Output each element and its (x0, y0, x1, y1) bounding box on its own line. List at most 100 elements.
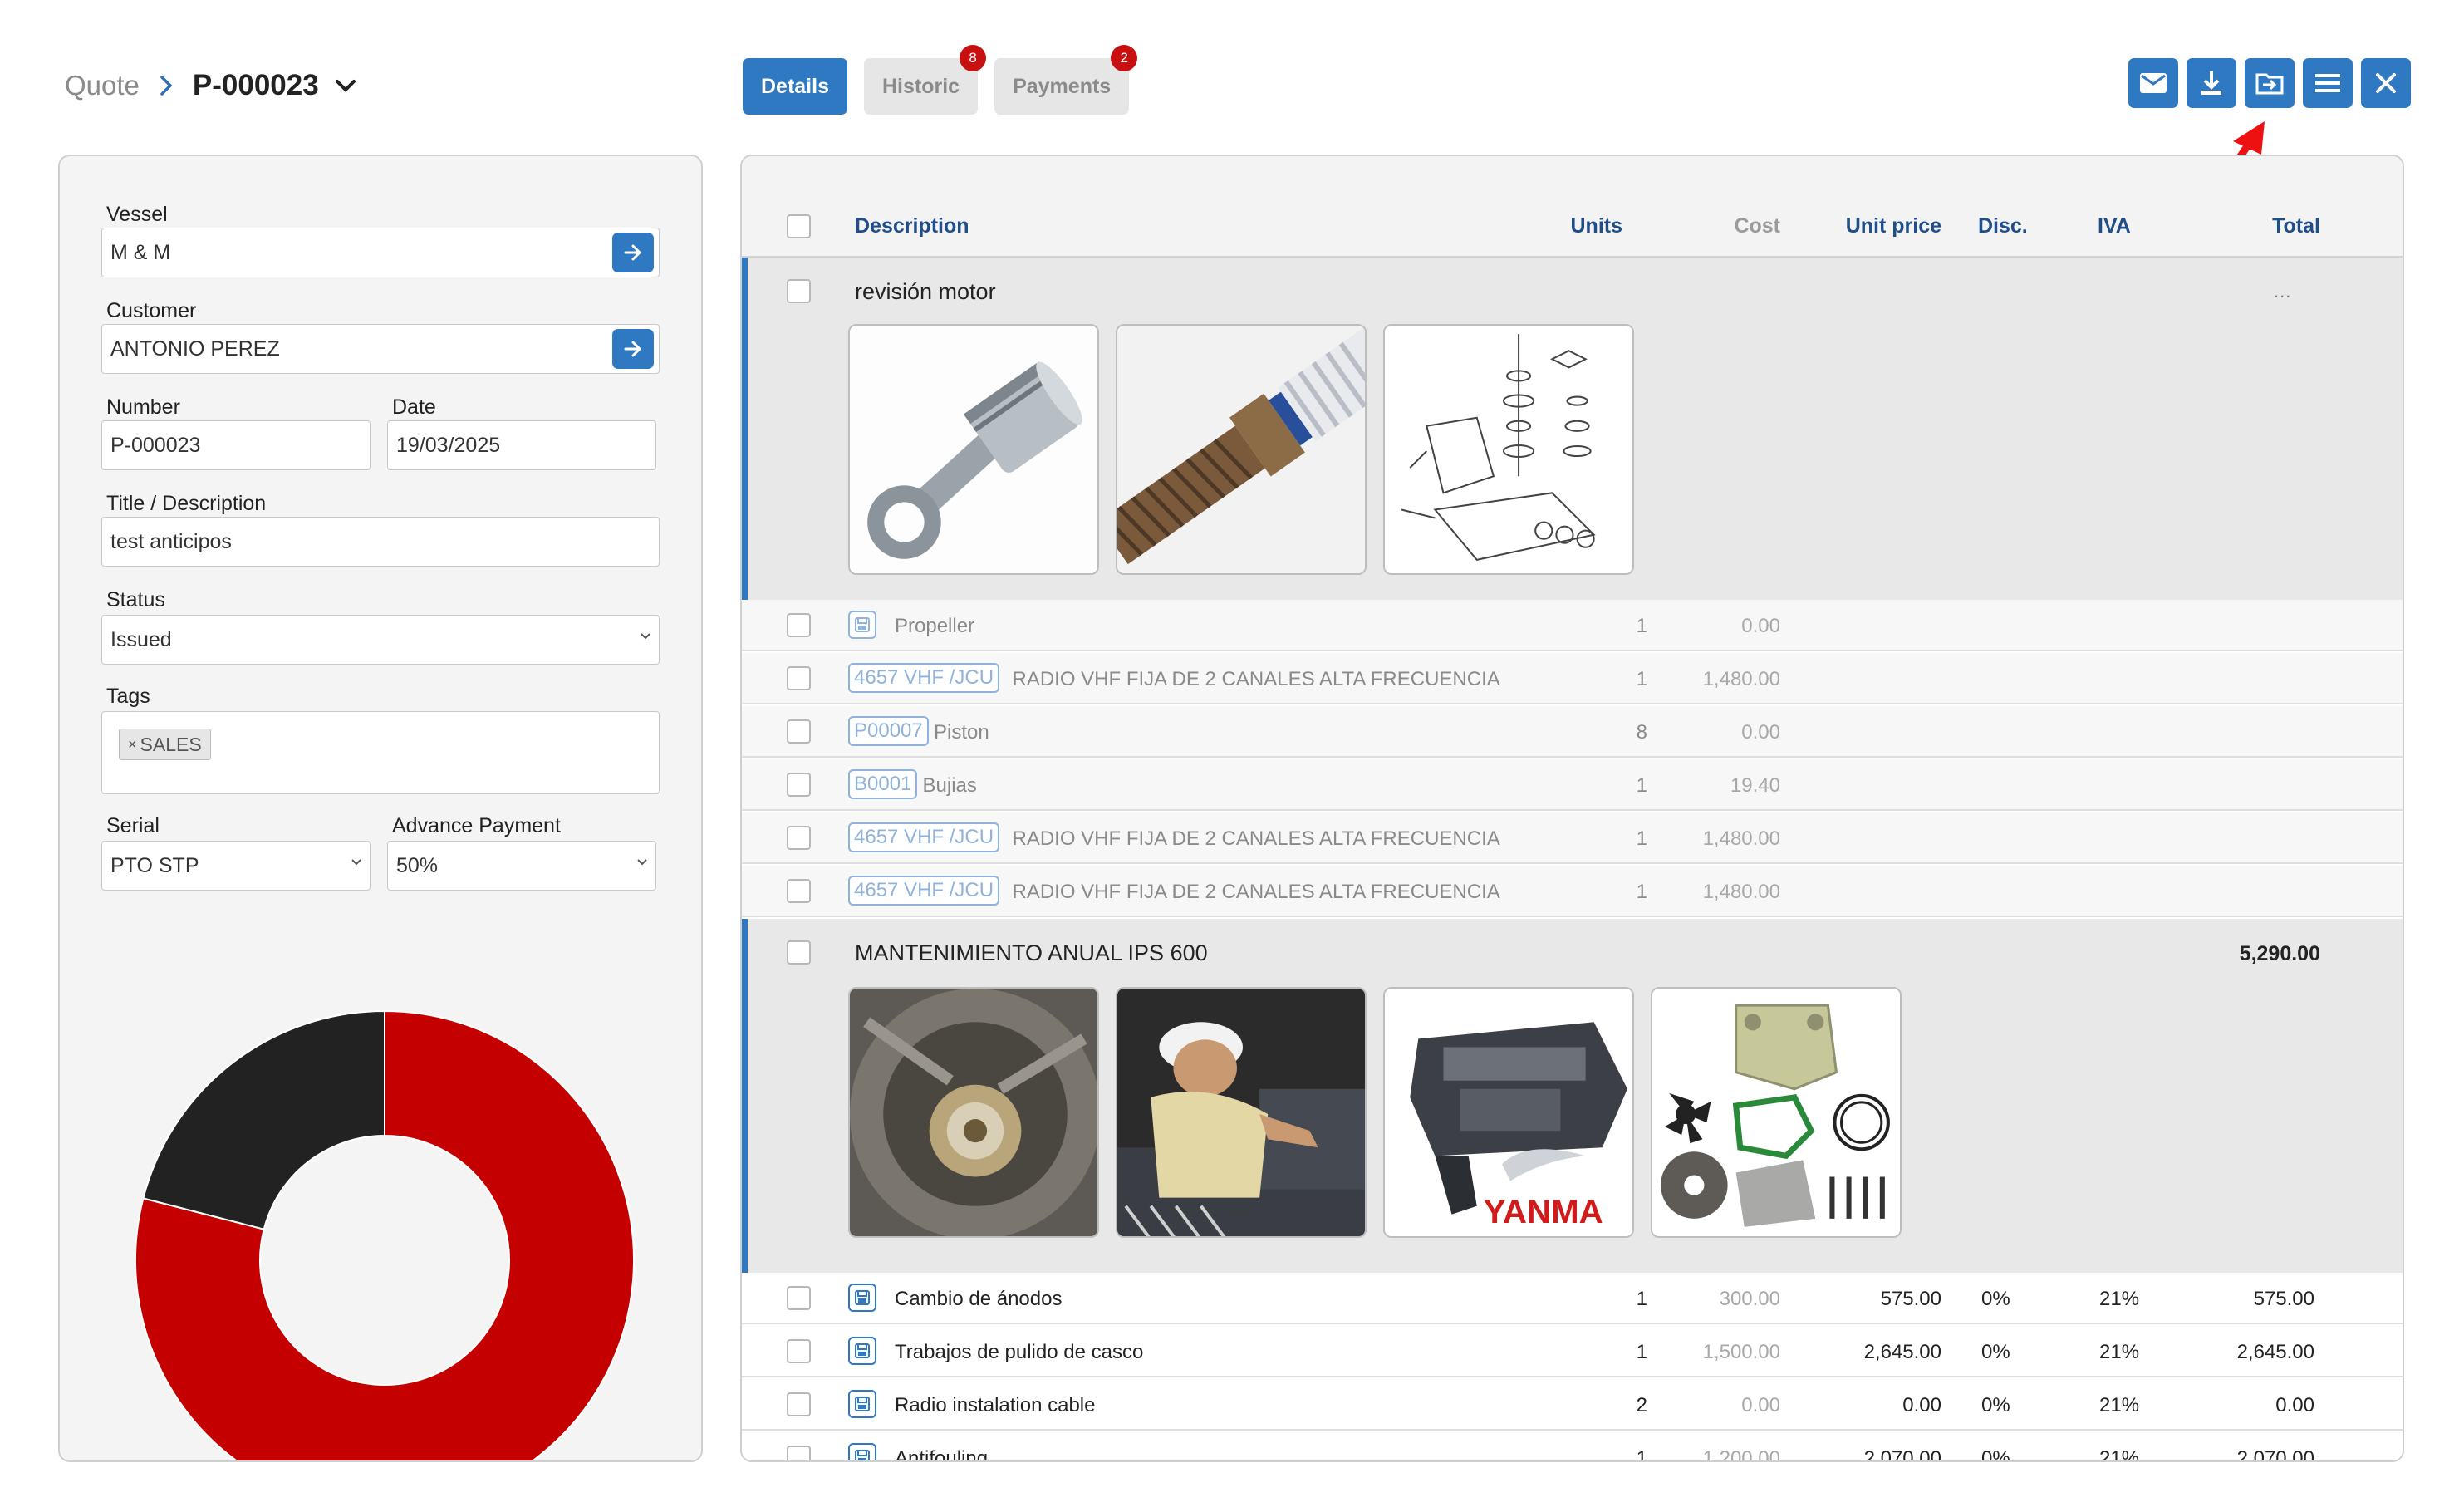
tab-payments[interactable]: Payments 2 (994, 45, 1138, 115)
row-checkbox[interactable] (787, 719, 811, 744)
save-icon[interactable] (848, 1443, 876, 1460)
table-row[interactable]: Cambio de ánodos 1 300.00 575.00 0% 21% 575.00 (742, 1273, 2403, 1324)
piston-image[interactable] (848, 324, 1099, 575)
product-code-chip[interactable]: 4657 VHF /JCU (848, 876, 1000, 906)
tags-field[interactable]: × SALES (101, 711, 660, 794)
row-description: Antifouling (895, 1447, 989, 1462)
row-checkbox[interactable] (787, 613, 811, 637)
date-value: 19/03/2025 (396, 433, 501, 457)
anode-photo[interactable] (848, 987, 1099, 1238)
number-field[interactable]: P-000023 (101, 420, 371, 470)
group-row[interactable]: revisión motor ... (742, 258, 2403, 600)
row-checkbox[interactable] (787, 826, 811, 850)
product-code-chip[interactable]: 4657 VHF /JCU (848, 663, 1000, 693)
row-disc: 0% (1981, 1447, 2010, 1462)
more-options-icon[interactable]: ... (2274, 281, 2291, 302)
menu-button[interactable] (2303, 58, 2353, 108)
chevron-down-icon (351, 859, 361, 866)
table-row[interactable]: Radio instalation cable 2 0.00 0.00 0% 21% 0.0… (742, 1379, 2403, 1431)
close-icon (2376, 73, 2396, 93)
product-code-chip[interactable]: 4657 VHF /JCU (848, 822, 1000, 852)
row-checkbox[interactable] (787, 1446, 811, 1460)
group-row[interactable]: MANTENIMIENTO ANUAL IPS 600 5,290.00 YAN… (742, 919, 2403, 1273)
close-button[interactable] (2361, 58, 2411, 108)
row-checkbox[interactable] (787, 879, 811, 903)
col-units[interactable]: Units (1523, 214, 1623, 238)
row-checkbox[interactable] (787, 773, 811, 797)
row-total: 2,070.00 (2236, 1447, 2314, 1462)
tag-label: SALES (140, 733, 202, 755)
title-field[interactable]: test anticipos (101, 517, 660, 567)
open-vessel-button[interactable] (612, 233, 654, 272)
save-icon[interactable] (848, 1337, 876, 1365)
import-folder-button[interactable] (2245, 58, 2295, 108)
col-description[interactable]: Description (855, 214, 969, 238)
table-row[interactable]: Propeller 1 0.00 (742, 600, 2403, 651)
brand-text: YANMA (1484, 1193, 1603, 1230)
save-icon[interactable] (848, 1284, 876, 1312)
customer-field[interactable]: ANTONIO PEREZ (101, 324, 660, 374)
email-button[interactable] (2128, 58, 2178, 108)
row-checkbox[interactable] (787, 279, 811, 303)
group-title: MANTENIMIENTO ANUAL IPS 600 (855, 940, 1208, 965)
save-icon[interactable] (848, 611, 876, 639)
group-total: 5,290.00 (2239, 942, 2320, 965)
spark-plug-image[interactable] (1116, 324, 1367, 575)
mail-icon (2140, 73, 2167, 93)
table-row[interactable]: B0001 Bujias 1 19.40 (742, 759, 2403, 811)
row-cost: 1,480.00 (1702, 668, 1780, 690)
remove-tag-icon[interactable]: × (128, 736, 137, 754)
row-checkbox[interactable] (787, 1339, 811, 1363)
row-unit-price: 2,645.00 (1863, 1341, 1941, 1363)
row-description: Propeller (895, 615, 975, 637)
download-button[interactable] (2187, 58, 2236, 108)
tag-chip[interactable]: × SALES (119, 729, 211, 760)
row-cost: 1,480.00 (1702, 827, 1780, 850)
water-pump-kit-photo[interactable] (1651, 987, 1902, 1238)
row-checkbox[interactable] (787, 1392, 811, 1416)
col-disc[interactable]: Disc. (1978, 214, 2028, 238)
breadcrumb: Quote P-000023 (65, 65, 357, 106)
row-total: 0.00 (2275, 1394, 2314, 1416)
exploded-diagram-image[interactable] (1383, 324, 1634, 575)
date-field[interactable]: 19/03/2025 (387, 420, 656, 470)
row-cost: 1,200.00 (1702, 1447, 1780, 1462)
mechanic-photo[interactable] (1116, 987, 1367, 1238)
open-customer-button[interactable] (612, 329, 654, 369)
table-row[interactable]: Antifouling 1 1,200.00 2,070.00 0% 21% 2,070.0… (742, 1432, 2403, 1462)
donut-slice (142, 1009, 385, 1230)
col-iva[interactable]: IVA (2098, 214, 2131, 238)
tab-historic[interactable]: Historic 8 (863, 45, 987, 115)
table-row[interactable]: Trabajos de pulido de casco 1 1,500.00 2,64… (742, 1326, 2403, 1377)
status-select[interactable]: Issued (101, 615, 660, 665)
col-total[interactable]: Total (2196, 214, 2320, 238)
chevron-down-icon[interactable] (334, 77, 357, 94)
tab-details[interactable]: Details (743, 58, 847, 115)
table-row[interactable]: 4657 VHF /JCU RADIO VHF FIJA DE 2 CANALES… (742, 812, 2403, 864)
serial-value: PTO STP (110, 853, 199, 877)
product-code-chip[interactable]: P00007 (848, 716, 929, 746)
row-description: RADIO VHF FIJA DE 2 CANALES ALTA FRECUEN… (1012, 881, 1500, 903)
col-cost[interactable]: Cost (1639, 214, 1780, 238)
table-row[interactable]: 4657 VHF /JCU RADIO VHF FIJA DE 2 CANALES… (742, 653, 2403, 704)
row-cost: 0.00 (1741, 1394, 1780, 1416)
row-cost: 0.00 (1741, 721, 1780, 744)
table-row[interactable]: 4657 VHF /JCU RADIO VHF FIJA DE 2 CANALES… (742, 866, 2403, 917)
serial-select[interactable]: PTO STP (101, 841, 371, 891)
payment-donut-chart (135, 1009, 635, 1460)
row-checkbox[interactable] (787, 666, 811, 690)
row-unit-price: 2,070.00 (1863, 1447, 1941, 1462)
advance-payment-select[interactable]: 50% (387, 841, 656, 891)
yanmar-engine-photo[interactable]: YANMA (1383, 987, 1634, 1238)
row-checkbox[interactable] (787, 940, 811, 965)
row-description: Trabajos de pulido de casco (895, 1341, 1144, 1363)
row-checkbox[interactable] (787, 1286, 811, 1310)
product-code-chip[interactable]: B0001 (848, 769, 918, 799)
vessel-field[interactable]: M & M (101, 228, 660, 277)
breadcrumb-root[interactable]: Quote (65, 70, 140, 101)
save-icon[interactable] (848, 1390, 876, 1418)
table-row[interactable]: P00007 Piston 8 0.00 (742, 706, 2403, 758)
select-all-checkbox[interactable] (787, 214, 811, 238)
row-unit-price: 575.00 (1880, 1288, 1941, 1310)
col-unit-price[interactable]: Unit price (1789, 214, 1941, 238)
